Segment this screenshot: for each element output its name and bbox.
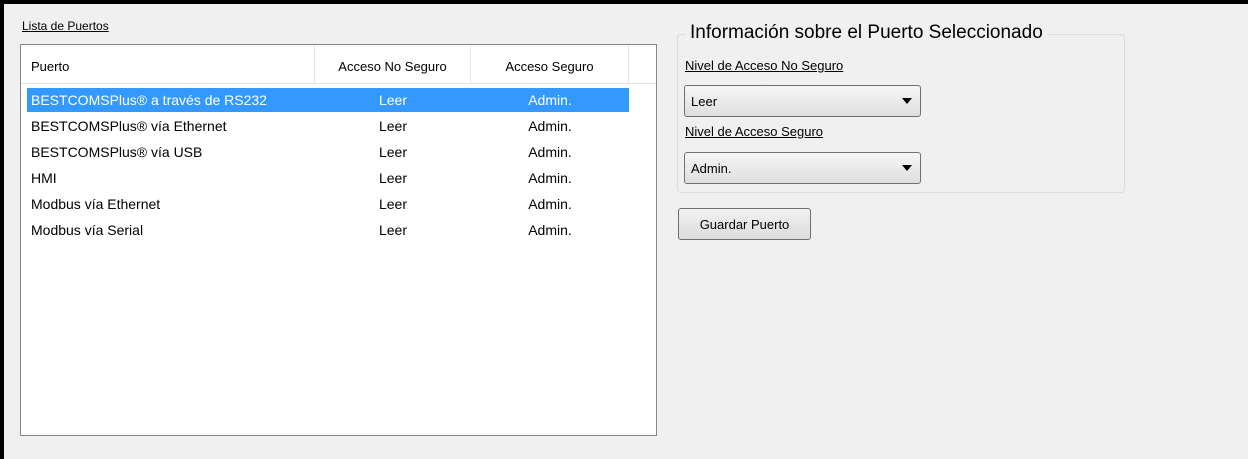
- window-frame-left: [0, 0, 4, 459]
- port-list-view[interactable]: Puerto Acceso No Seguro Acceso Seguro BE…: [20, 44, 657, 436]
- secure-access-cell: Admin.: [528, 92, 572, 108]
- unsecure-access-level-value: Leer: [691, 94, 718, 109]
- port-list-header: Puerto Acceso No Seguro Acceso Seguro: [21, 45, 656, 84]
- secure-access-cell: Admin.: [528, 222, 572, 238]
- port-name-cell: Modbus vía Ethernet: [31, 196, 161, 212]
- secure-access-cell: Admin.: [528, 118, 572, 134]
- save-port-button[interactable]: Guardar Puerto: [678, 208, 811, 240]
- port-row-modbus-ethernet[interactable]: Modbus vía Ethernet Leer Admin.: [21, 191, 656, 217]
- port-row-hmi[interactable]: HMI Leer Admin.: [21, 165, 656, 191]
- unsecure-access-cell: Leer: [378, 118, 408, 134]
- port-list-title: Lista de Puertos: [22, 19, 109, 33]
- secure-access-level-value: Admin.: [691, 161, 732, 176]
- column-header-port[interactable]: Puerto: [21, 45, 315, 83]
- port-name-cell: HMI: [31, 170, 57, 186]
- unsecure-access-level-dropdown[interactable]: Leer: [684, 85, 921, 117]
- port-info-title: Información sobre el Puerto Seleccionado: [686, 20, 1047, 46]
- port-name-cell: Modbus vía Serial: [31, 222, 144, 238]
- port-row-modbus-serial[interactable]: Modbus vía Serial Leer Admin.: [21, 217, 656, 243]
- port-row-ethernet[interactable]: BESTCOMSPlus® vía Ethernet Leer Admin.: [21, 113, 656, 139]
- chevron-down-icon: [902, 165, 912, 171]
- unsecure-access-cell: Leer: [378, 170, 408, 186]
- secure-access-cell: Admin.: [528, 170, 572, 186]
- port-row-usb[interactable]: BESTCOMSPlus® vía USB Leer Admin.: [21, 139, 656, 165]
- port-name-cell: BESTCOMSPlus® vía USB: [31, 144, 203, 160]
- unsecure-access-level-label: Nivel de Acceso No Seguro: [685, 58, 844, 73]
- column-header-unsecure-access[interactable]: Acceso No Seguro: [315, 45, 471, 83]
- port-name-cell: BESTCOMSPlus® a través de RS232: [31, 92, 267, 108]
- secure-access-level-dropdown[interactable]: Admin.: [684, 152, 921, 184]
- window-frame-top: [0, 0, 1248, 4]
- secure-access-cell: Admin.: [528, 196, 572, 212]
- secure-access-cell: Admin.: [528, 144, 572, 160]
- unsecure-access-cell: Leer: [378, 196, 408, 212]
- unsecure-access-cell: Leer: [378, 222, 408, 238]
- port-name-cell: BESTCOMSPlus® vía Ethernet: [31, 118, 227, 134]
- port-list-body: BESTCOMSPlus® a través de RS232 Leer Adm…: [21, 87, 656, 243]
- port-row-rs232[interactable]: BESTCOMSPlus® a través de RS232 Leer Adm…: [21, 87, 656, 113]
- unsecure-access-cell: Leer: [378, 144, 408, 160]
- column-header-secure-access[interactable]: Acceso Seguro: [471, 45, 629, 83]
- chevron-down-icon: [902, 98, 912, 104]
- secure-access-level-label: Nivel de Acceso Seguro: [685, 124, 824, 139]
- unsecure-access-cell: Leer: [378, 92, 408, 108]
